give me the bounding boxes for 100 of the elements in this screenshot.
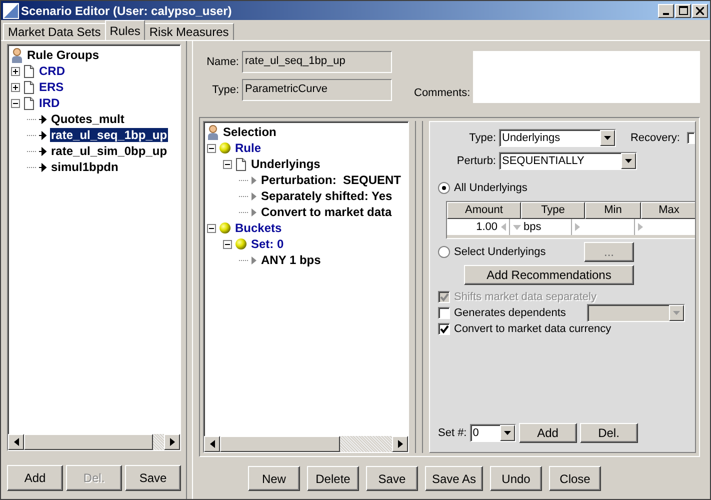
sphere-icon bbox=[235, 238, 247, 250]
close-button[interactable] bbox=[692, 4, 708, 18]
tree-item[interactable]: ERS bbox=[38, 80, 65, 94]
action-button[interactable]: Close bbox=[549, 466, 602, 491]
action-button[interactable]: Del. bbox=[580, 423, 638, 443]
table-cell[interactable] bbox=[572, 219, 634, 235]
radio-button[interactable] bbox=[438, 246, 450, 258]
left-arrow-icon bbox=[210, 440, 214, 448]
name-field[interactable]: rate_ul_seq_1bp_up bbox=[242, 51, 392, 73]
arrow-icon bbox=[39, 114, 47, 124]
table-cell[interactable]: bps bbox=[510, 219, 572, 235]
tab[interactable]: Risk Measures bbox=[144, 23, 234, 40]
perturb-dropdown[interactable]: SEQUENTIALLY bbox=[499, 152, 637, 170]
tab[interactable]: Rules bbox=[104, 20, 146, 40]
column-header[interactable]: Max bbox=[641, 202, 695, 219]
person-icon bbox=[207, 124, 219, 140]
field-label: Type: bbox=[468, 132, 496, 144]
collapse-icon[interactable] bbox=[223, 240, 232, 248]
sphere-icon bbox=[219, 142, 231, 154]
window-title: Scenario Editor (User: calypso_user) bbox=[21, 4, 232, 18]
tree-item[interactable]: Convert to market data bbox=[260, 205, 393, 219]
document-icon bbox=[23, 80, 35, 94]
table-cell[interactable]: 1.00 bbox=[447, 219, 510, 235]
caret-icon bbox=[504, 431, 511, 435]
arrow-icon bbox=[39, 130, 47, 140]
column-header[interactable]: Min bbox=[585, 202, 641, 219]
set-dropdown[interactable]: 0 bbox=[470, 424, 516, 442]
field-label: Perturb: bbox=[456, 155, 496, 167]
tab[interactable]: Market Data Sets bbox=[3, 23, 106, 40]
tree-item[interactable]: Buckets bbox=[234, 221, 283, 235]
tree-item[interactable]: IRD bbox=[38, 96, 61, 110]
maximize-icon bbox=[678, 6, 688, 15]
app-icon bbox=[3, 2, 19, 18]
tree-item[interactable]: Set: 0 bbox=[250, 237, 285, 251]
comments-field[interactable] bbox=[473, 51, 700, 103]
action-button[interactable]: Save As bbox=[424, 466, 484, 491]
person-icon bbox=[11, 48, 23, 62]
document-icon bbox=[23, 64, 35, 78]
collapse-icon[interactable] bbox=[223, 160, 232, 168]
dropdown-icon bbox=[512, 224, 520, 230]
minimize-icon bbox=[663, 12, 669, 14]
sphere-icon bbox=[219, 222, 231, 234]
radio-button[interactable] bbox=[438, 182, 450, 194]
caret-icon bbox=[604, 136, 611, 140]
checkbox[interactable] bbox=[438, 307, 450, 319]
collapse-icon[interactable] bbox=[207, 144, 216, 152]
type-field[interactable]: ParametricCurve bbox=[242, 79, 392, 101]
document-icon bbox=[235, 158, 247, 170]
collapse-icon[interactable] bbox=[11, 98, 20, 108]
expand-icon[interactable] bbox=[11, 66, 20, 76]
tree-root: Selection bbox=[222, 125, 278, 139]
field-label: Comments: bbox=[414, 87, 470, 99]
tree-item[interactable]: rate_ul_seq_1bp_up bbox=[50, 128, 168, 142]
minimize-button[interactable] bbox=[658, 4, 674, 18]
table-cell[interactable] bbox=[634, 219, 695, 235]
action-button[interactable]: Add bbox=[7, 465, 63, 491]
action-button[interactable]: New bbox=[248, 466, 300, 491]
checkbox-label: Shifts market data separately bbox=[454, 291, 596, 303]
right-arrow-icon bbox=[398, 440, 402, 448]
browse-button[interactable]: ... bbox=[584, 242, 634, 262]
checkbox[interactable] bbox=[438, 323, 450, 335]
tree-item[interactable]: Separately shifted: Yes bbox=[260, 189, 394, 203]
type-dropdown[interactable]: Underlyings bbox=[499, 129, 616, 147]
checkbox[interactable] bbox=[687, 132, 695, 144]
triangle-icon bbox=[638, 223, 642, 231]
action-button[interactable]: Undo bbox=[490, 466, 542, 491]
dropdown[interactable] bbox=[587, 304, 685, 322]
tree-item[interactable]: rate_ul_sim_0bp_up bbox=[50, 144, 168, 158]
tree-item[interactable]: simul1bpdn bbox=[50, 160, 120, 174]
action-button[interactable]: Save bbox=[125, 465, 181, 491]
add-recommendations-button[interactable]: Add Recommendations bbox=[464, 265, 634, 285]
option-label: All Underlyings bbox=[454, 182, 528, 194]
spinner-icon bbox=[500, 223, 506, 231]
action-button[interactable]: Add bbox=[518, 423, 577, 443]
field-label: Type: bbox=[211, 84, 239, 96]
scrollbar[interactable] bbox=[204, 436, 408, 452]
action-button[interactable]: Delete bbox=[306, 466, 359, 491]
option-label: Select Underlyings bbox=[454, 246, 547, 258]
triangle-icon bbox=[575, 223, 580, 231]
field-label: Set #: bbox=[438, 427, 467, 439]
tree-item[interactable]: CRD bbox=[38, 64, 66, 78]
triangle-icon bbox=[251, 256, 257, 264]
scrollbar[interactable] bbox=[8, 434, 180, 450]
column-header[interactable]: Amount bbox=[447, 202, 521, 219]
document-icon bbox=[23, 96, 35, 110]
tree-item[interactable]: Underlyings bbox=[250, 157, 322, 171]
close-icon bbox=[696, 6, 704, 14]
arrow-icon bbox=[39, 162, 47, 172]
splitter[interactable] bbox=[415, 121, 423, 453]
checkbox-label: Convert to market data currency bbox=[454, 323, 612, 335]
tree-item[interactable]: Rule bbox=[234, 141, 262, 155]
tree-item[interactable]: Perturbation: SEQUENT bbox=[260, 173, 402, 187]
action-button[interactable]: Save bbox=[366, 466, 418, 491]
collapse-icon[interactable] bbox=[207, 224, 216, 232]
tree-item[interactable]: ANY 1 bps bbox=[260, 253, 322, 267]
column-header[interactable]: Type bbox=[521, 202, 585, 219]
maximize-button[interactable] bbox=[675, 4, 691, 18]
expand-icon[interactable] bbox=[11, 82, 20, 92]
right-arrow-icon bbox=[170, 438, 174, 446]
tree-item[interactable]: Quotes_mult bbox=[50, 112, 126, 126]
